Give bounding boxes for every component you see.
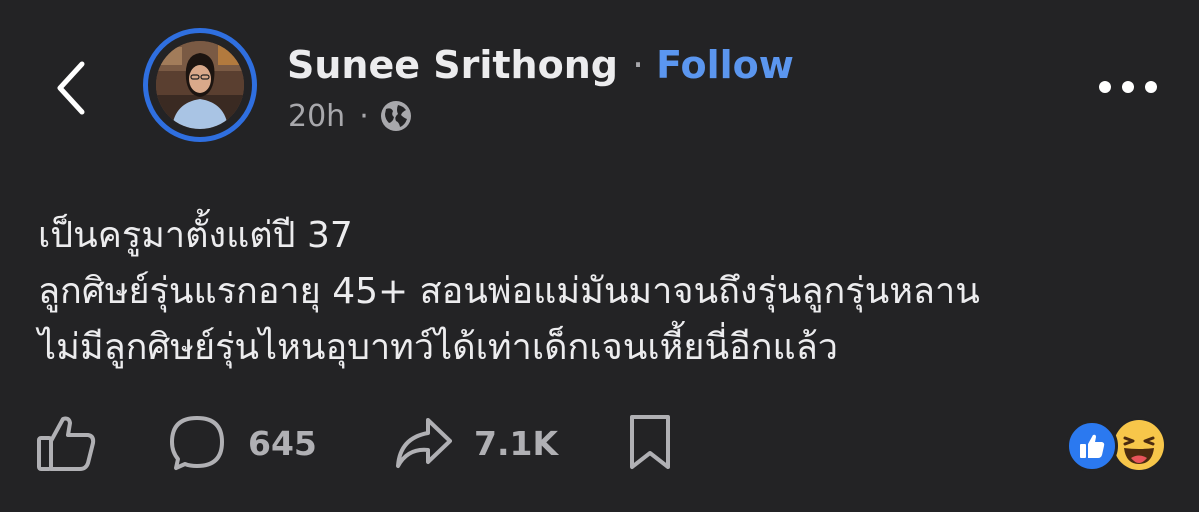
author-name[interactable]: Sunee Srithong (287, 43, 618, 87)
comment-button[interactable]: 645 (168, 413, 317, 473)
follow-button[interactable]: Follow (656, 43, 794, 87)
post-time[interactable]: 20h (288, 99, 345, 134)
like-reaction-icon (1066, 420, 1118, 472)
comment-count: 645 (248, 423, 317, 463)
post-line: ลูกศิษย์รุ่นแรกอายุ 45+ สอนพ่อแม่มันมาจน… (38, 271, 980, 312)
chevron-left-icon (57, 61, 85, 115)
share-icon (396, 418, 452, 468)
globe-icon (379, 99, 413, 133)
share-button[interactable]: 7.1K (394, 414, 558, 472)
post-meta: 20h · (288, 96, 413, 136)
post-line: เป็นครูมาตั้งแต่ปี 37 (38, 215, 353, 256)
avatar[interactable] (143, 28, 257, 142)
bookmark-icon (630, 415, 670, 469)
avatar-photo (156, 41, 244, 129)
post-view: Sunee Srithong · Follow 20h · เป็นครูมาต… (0, 0, 1199, 512)
thumbs-up-icon (37, 416, 96, 471)
more-horizontal-icon (1099, 81, 1157, 93)
haha-reaction-icon (1112, 418, 1166, 472)
back-button[interactable] (48, 56, 96, 120)
meta-separator: · (359, 98, 369, 134)
more-options-button[interactable] (1093, 74, 1163, 100)
reaction-summary[interactable] (1066, 418, 1168, 472)
comment-icon (170, 416, 224, 470)
like-button[interactable] (36, 413, 96, 473)
share-count: 7.1K (474, 423, 559, 463)
save-button[interactable] (628, 413, 672, 471)
author-row: Sunee Srithong · Follow (287, 40, 794, 90)
name-separator: · (631, 43, 645, 87)
post-line: ไม่มีลูกศิษย์รุ่นไหนอุบาทว์ได้เท่าเด็กเจ… (38, 327, 838, 368)
post-body: เป็นครูมาตั้งแต่ปี 37 ลูกศิษย์รุ่นแรกอาย… (38, 208, 1168, 376)
